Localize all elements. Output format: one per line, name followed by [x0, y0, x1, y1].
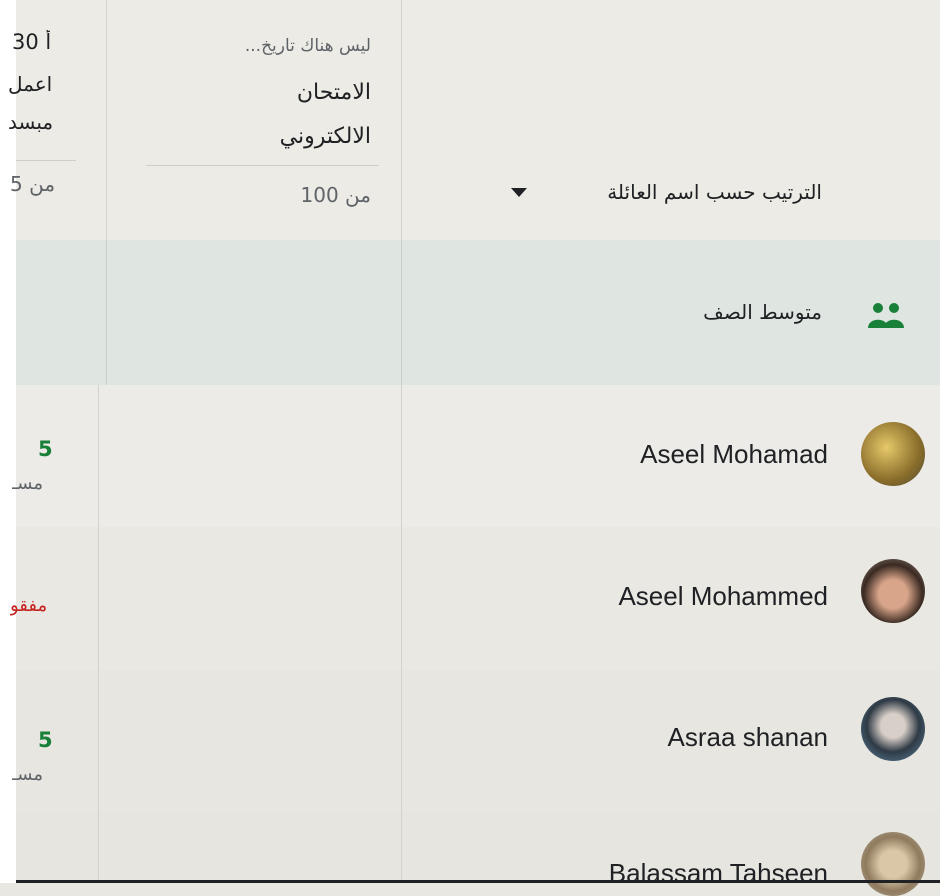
class-average-row: متوسط الصف	[16, 240, 940, 386]
assignment-title: الالكتروني	[279, 124, 371, 149]
student-name[interactable]: Aseel Mohamad	[640, 439, 828, 470]
assignment-due: 30 أ	[12, 30, 52, 54]
people-icon	[866, 300, 906, 330]
assignment-points: من 5	[10, 172, 56, 196]
grade-status: مسـ	[12, 473, 43, 494]
avatar[interactable]	[861, 832, 925, 896]
chevron-down-icon	[511, 188, 527, 197]
grades-table: 30 أ اعمل مبسد من 5 ليس هناك تاريخ... ال…	[8, 0, 940, 896]
sort-dropdown[interactable]: الترتيب حسب اسم العائلة	[401, 0, 940, 240]
student-name[interactable]: Balassam Tahseen	[609, 858, 828, 889]
grade-status-missing: مفقو	[10, 595, 48, 616]
assignment-column-header[interactable]: 30 أ اعمل مبسد من 5	[8, 0, 106, 240]
student-row[interactable]: مفقو Aseel Mohammed	[10, 527, 940, 671]
assignment-title: الامتحان	[296, 80, 371, 105]
avatar[interactable]	[861, 422, 925, 486]
grade-value[interactable]: 5	[38, 728, 53, 752]
student-row[interactable]: 5 مسـ Asraa shanan	[12, 670, 940, 813]
header-row: 30 أ اعمل مبسد من 5 ليس هناك تاريخ... ال…	[8, 0, 940, 241]
student-row[interactable]: 5 مسـ Aseel Mohamad	[12, 385, 940, 528]
assignment-column-header[interactable]: ليس هناك تاريخ... الامتحان الالكتروني من…	[106, 0, 401, 240]
avatar[interactable]	[861, 697, 925, 761]
assignment-title: مبسد	[8, 110, 54, 134]
avatar[interactable]	[861, 559, 925, 623]
student-row[interactable]: Balassam Tahseen	[16, 812, 940, 896]
assignment-due: ليس هناك تاريخ...	[244, 36, 371, 56]
assignment-title: اعمل	[8, 72, 53, 96]
class-average-label: متوسط الصف	[703, 300, 822, 324]
grade-status: مسـ	[12, 764, 43, 785]
student-name[interactable]: Asraa shanan	[668, 722, 828, 753]
sort-label: الترتيب حسب اسم العائلة	[607, 180, 822, 204]
assignment-points: من 100	[300, 183, 371, 207]
grade-value[interactable]: 5	[38, 437, 53, 461]
student-name[interactable]: Aseel Mohammed	[618, 581, 828, 612]
